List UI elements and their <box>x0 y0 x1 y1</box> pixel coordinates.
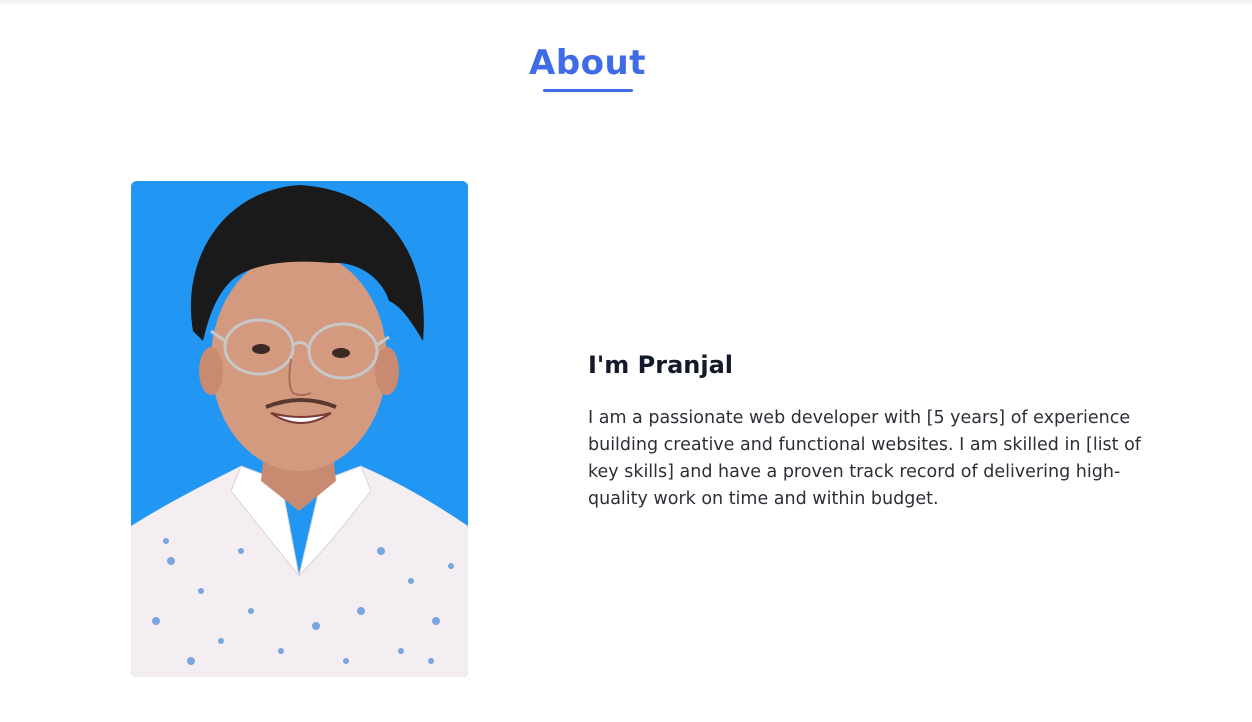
about-description: I am a passionate web developer with [5 … <box>588 408 1141 509</box>
title-underline <box>543 89 633 92</box>
portrait-photo-icon <box>131 181 468 677</box>
about-text: I'm Pranjal I am a passionate web develo… <box>588 345 1158 513</box>
about-heading: I'm Pranjal <box>588 351 733 379</box>
profile-photo <box>131 181 468 677</box>
about-section: About I'm Pranjal I am a passionate web … <box>0 0 1252 722</box>
section-title: About <box>529 43 646 83</box>
